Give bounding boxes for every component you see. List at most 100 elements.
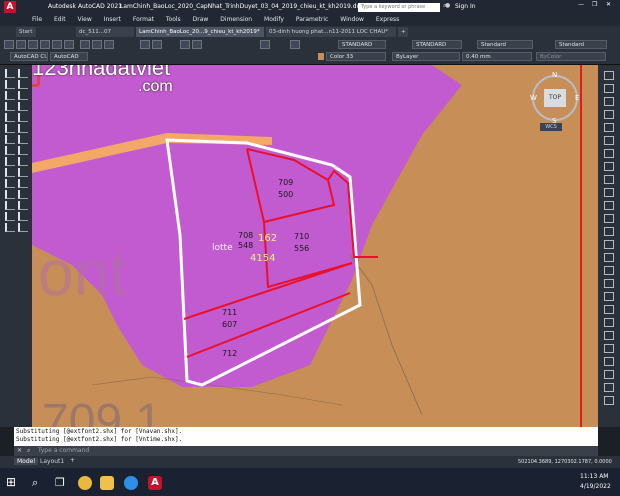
zoom-icon[interactable] bbox=[192, 40, 202, 49]
menu-insert[interactable]: Insert bbox=[104, 14, 121, 26]
left-tool-icon[interactable] bbox=[18, 91, 28, 100]
tab-dc[interactable]: dc_511...07 bbox=[76, 27, 134, 37]
left-tool-icon[interactable] bbox=[5, 113, 15, 122]
viewcube-north[interactable]: N bbox=[552, 71, 557, 79]
menu-edit[interactable]: Edit bbox=[54, 14, 66, 26]
search-field[interactable]: Type a keyword or phrase bbox=[358, 3, 440, 12]
right-tool-icon[interactable] bbox=[604, 253, 614, 262]
tab-layout1[interactable]: Layout1 bbox=[40, 458, 64, 465]
close-command-icon[interactable]: ✕ bbox=[17, 446, 22, 456]
menu-dimension[interactable]: Dimension bbox=[220, 14, 252, 26]
layer-icon[interactable] bbox=[290, 40, 300, 49]
command-input[interactable]: Type a command bbox=[38, 446, 89, 456]
close-icon[interactable]: ✕ bbox=[606, 1, 611, 8]
right-tool-icon[interactable] bbox=[604, 279, 614, 288]
left-tool-icon[interactable] bbox=[5, 69, 15, 78]
right-tool-icon[interactable] bbox=[604, 97, 614, 106]
command-line[interactable]: ✕ ⌕ Type a command bbox=[14, 446, 598, 456]
left-tool-icon[interactable] bbox=[18, 168, 28, 177]
left-tool-icon[interactable] bbox=[5, 80, 15, 89]
right-tool-icon[interactable] bbox=[604, 84, 614, 93]
left-tool-icon[interactable] bbox=[5, 124, 15, 133]
menu-parametric[interactable]: Parametric bbox=[296, 14, 329, 26]
tab-model[interactable]: Model bbox=[14, 458, 39, 465]
left-tool-icon[interactable] bbox=[18, 223, 28, 232]
right-tool-icon[interactable] bbox=[604, 344, 614, 353]
textstyle-select[interactable]: STANDARD bbox=[338, 40, 386, 49]
properties-icon[interactable] bbox=[260, 40, 270, 49]
left-tool-icon[interactable] bbox=[5, 179, 15, 188]
tab-start[interactable]: Start bbox=[16, 27, 36, 37]
dimstyle-select[interactable]: STANDARD bbox=[412, 40, 462, 49]
left-tool-icon[interactable] bbox=[18, 179, 28, 188]
drawing-canvas[interactable]: ont 709.1 123nhadatviet .com 709 500 710… bbox=[32, 65, 598, 427]
right-tool-icon[interactable] bbox=[604, 331, 614, 340]
windows-start-icon[interactable]: ⊞ bbox=[6, 475, 16, 489]
command-search-icon[interactable]: ⌕ bbox=[27, 446, 30, 456]
lineweight-select[interactable]: 0.40 mm bbox=[462, 52, 532, 61]
maximize-icon[interactable]: ❐ bbox=[592, 1, 597, 8]
chrome-icon[interactable] bbox=[78, 476, 92, 490]
viewcube-top-face[interactable]: TOP bbox=[544, 89, 566, 107]
left-tool-icon[interactable] bbox=[5, 190, 15, 199]
right-tool-icon[interactable] bbox=[604, 149, 614, 158]
left-tool-icon[interactable] bbox=[18, 80, 28, 89]
right-tool-icon[interactable] bbox=[604, 266, 614, 275]
left-tool-icon[interactable] bbox=[5, 146, 15, 155]
open-icon[interactable] bbox=[16, 40, 26, 49]
linetype-select[interactable]: ByLayer bbox=[392, 52, 460, 61]
viewcube-west[interactable]: W bbox=[530, 94, 537, 102]
right-tool-icon[interactable] bbox=[604, 201, 614, 210]
left-tool-icon[interactable] bbox=[18, 157, 28, 166]
autocad-logo-icon[interactable]: A bbox=[4, 1, 16, 13]
taskview-icon[interactable]: ❐ bbox=[55, 476, 65, 489]
viewcube[interactable]: N S W E TOP WCS bbox=[528, 71, 582, 131]
wcs-button[interactable]: WCS bbox=[540, 123, 562, 131]
menu-tools[interactable]: Tools bbox=[166, 14, 181, 26]
menu-express[interactable]: Express bbox=[376, 14, 399, 26]
right-tool-icon[interactable] bbox=[604, 136, 614, 145]
left-tool-icon[interactable] bbox=[5, 212, 15, 221]
right-tool-icon[interactable] bbox=[604, 396, 614, 405]
left-tool-icon[interactable] bbox=[5, 135, 15, 144]
undo-icon[interactable] bbox=[140, 40, 150, 49]
left-tool-icon[interactable] bbox=[18, 201, 28, 210]
user-icon[interactable]: ● bbox=[445, 2, 450, 9]
right-tool-icon[interactable] bbox=[604, 240, 614, 249]
left-tool-icon[interactable] bbox=[5, 223, 15, 232]
left-tool-icon[interactable] bbox=[5, 102, 15, 111]
left-tool-icon[interactable] bbox=[18, 124, 28, 133]
tab-lamchinh[interactable]: LamChinh_BaoLoc_20...9_chieu_kt_kh2019* bbox=[136, 27, 264, 37]
tab-dinh-huong[interactable]: 03-dinh huong phat...n11-2011 LOC CHAU* bbox=[266, 27, 396, 37]
menu-draw[interactable]: Draw bbox=[193, 14, 209, 26]
cut-icon[interactable] bbox=[80, 40, 90, 49]
copy-icon[interactable] bbox=[92, 40, 102, 49]
left-tool-icon[interactable] bbox=[18, 135, 28, 144]
preview-icon[interactable] bbox=[64, 40, 74, 49]
menu-window[interactable]: Window bbox=[340, 14, 364, 26]
menu-view[interactable]: View bbox=[78, 14, 92, 26]
right-tool-icon[interactable] bbox=[604, 214, 614, 223]
right-tool-icon[interactable] bbox=[604, 383, 614, 392]
menu-format[interactable]: Format bbox=[133, 14, 154, 26]
right-tool-icon[interactable] bbox=[604, 162, 614, 171]
right-tool-icon[interactable] bbox=[604, 188, 614, 197]
right-tool-icon[interactable] bbox=[604, 370, 614, 379]
right-tool-icon[interactable] bbox=[604, 123, 614, 132]
workspace-select-2[interactable]: AutoCAD bbox=[50, 52, 88, 61]
save-icon[interactable] bbox=[28, 40, 38, 49]
pan-icon[interactable] bbox=[180, 40, 190, 49]
color-select[interactable]: Color 33 bbox=[326, 52, 386, 61]
right-tool-icon[interactable] bbox=[604, 110, 614, 119]
explorer-icon[interactable] bbox=[100, 476, 114, 490]
left-tool-icon[interactable] bbox=[18, 102, 28, 111]
right-tool-icon[interactable] bbox=[604, 175, 614, 184]
right-tool-icon[interactable] bbox=[604, 318, 614, 327]
right-tool-icon[interactable] bbox=[604, 305, 614, 314]
plotstyle-select[interactable]: ByColor bbox=[536, 52, 606, 61]
add-layout-icon[interactable]: + bbox=[70, 457, 75, 464]
right-tool-icon[interactable] bbox=[604, 357, 614, 366]
new-icon[interactable] bbox=[4, 40, 14, 49]
saveas-icon[interactable] bbox=[40, 40, 50, 49]
left-tool-icon[interactable] bbox=[5, 168, 15, 177]
